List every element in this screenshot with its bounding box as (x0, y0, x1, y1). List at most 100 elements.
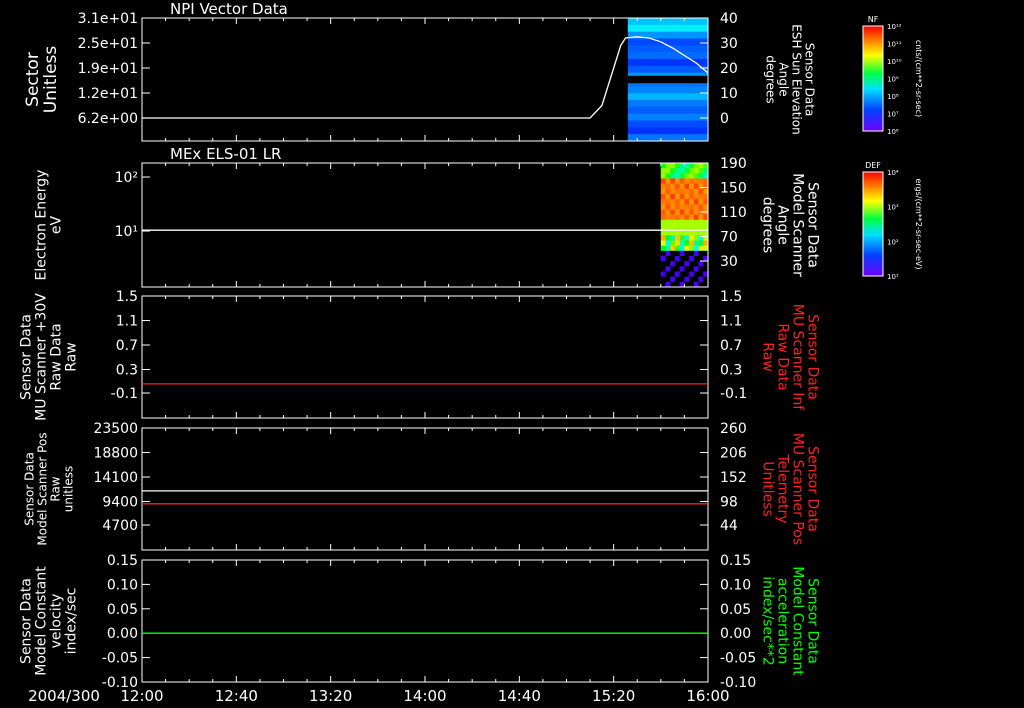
spectrogram-cell (670, 256, 676, 262)
spectrogram-cell (679, 256, 685, 262)
spectrogram-cell (679, 230, 685, 236)
date-label: 2004/300 (28, 687, 100, 705)
spectrogram-cell (693, 256, 700, 262)
spectrogram-cell (665, 271, 671, 278)
spectrogram-cell (684, 163, 690, 169)
spectrogram-cell (689, 240, 695, 247)
spectrogram-cell (689, 261, 695, 267)
spectrogram-cell (670, 214, 676, 221)
left-tick-label: 0.00 (107, 626, 138, 642)
spectrogram-cell (674, 209, 681, 216)
spectrogram-cell (679, 188, 685, 195)
spectrogram-cell (684, 209, 690, 216)
right-axis-label-line: degrees (760, 197, 776, 253)
left-tick-label: 1.9e+01 (78, 61, 138, 77)
spectrogram-cell (679, 271, 685, 278)
right-axis-label-line: Raw (760, 342, 776, 371)
spectrogram-cell (670, 240, 676, 247)
spectrogram-cell (693, 188, 700, 195)
stacked-time-series-chart: 3.1e+01 2.5e+01 1.9e+01 1.2e+01 6.2e+00 40 30 2… (0, 0, 1024, 708)
spectrogram-cell (684, 178, 690, 185)
spectrogram-cell (660, 173, 667, 179)
left-axis-label-line: unitless (62, 466, 76, 512)
spectrogram-cell (684, 261, 690, 267)
spectrogram-cell (679, 276, 685, 283)
spectrogram-cell (665, 266, 671, 272)
spectrogram-cell (689, 245, 695, 252)
spectrogram-cell (684, 183, 690, 190)
spectrogram-cell (679, 204, 685, 210)
spectrogram-cell (693, 204, 700, 210)
spectrogram-cell (670, 204, 676, 210)
spectrogram-cell (684, 199, 690, 205)
spectrogram-cell (674, 168, 681, 174)
left-tick-label: -0.05 (102, 651, 138, 667)
spectrogram-cell (679, 240, 685, 247)
spectrogram-cell (693, 250, 700, 257)
colorbar-scale (862, 25, 884, 132)
spectrogram-cell (627, 24, 708, 33)
spectrogram-cell (689, 204, 695, 210)
colorbar-tick-label: 10⁷ (887, 111, 899, 119)
right-tick-label: 0.15 (720, 553, 751, 569)
right-axis-label-line: Angle (777, 62, 791, 96)
colorbar-units-text: cnts/(cm**2-sr-sec) (914, 40, 923, 117)
left-tick-label: 0.15 (107, 553, 138, 569)
right-axis-label-line: Sensor Data (803, 43, 817, 117)
right-tick-label: 0.10 (720, 577, 751, 593)
spectrogram-cell (689, 209, 695, 216)
left-axis-label-line: Model Scanner Pos (36, 432, 50, 545)
left-axis-label-line: Sensor Data (19, 578, 35, 664)
spectrogram-cell (693, 183, 700, 190)
spectrogram-cell (684, 204, 690, 210)
spectrogram-cell (660, 188, 667, 195)
spectrogram-cell (698, 163, 704, 169)
left-axis-label-line: Sensor Data (23, 452, 37, 526)
spectrogram-cell (684, 271, 690, 278)
spectrogram-cell (674, 261, 681, 267)
left-tick-label: 3.1e+01 (78, 11, 138, 27)
spectrogram-cell (689, 276, 695, 283)
spectrogram-cell (689, 199, 695, 205)
spectrogram-cell (679, 209, 685, 216)
left-tick-label: 6.2e+00 (78, 111, 138, 127)
colorbar-units-text: ergs/(cm**2-sr-sec-eV) (914, 178, 923, 269)
spectrogram-cell (674, 214, 681, 221)
spectrogram-cell (689, 173, 695, 179)
spectrogram-cell (679, 173, 685, 179)
spectrogram-cell (674, 245, 681, 252)
spectrogram-cell (627, 127, 708, 135)
spectrogram-cell (665, 214, 671, 221)
spectrogram-cell (684, 235, 690, 241)
spectrogram-cell (689, 163, 695, 169)
spectrogram-cell (693, 271, 700, 278)
spectrogram-cell (698, 168, 704, 174)
colorbar-tick-label: 10¹¹ (887, 41, 902, 49)
left-axis-label-line: Unitless (41, 46, 61, 114)
spectrogram-cell (627, 18, 708, 26)
spectrogram-cell (689, 230, 695, 236)
spectrogram-cell (660, 168, 667, 174)
spectrogram-cell (660, 266, 667, 272)
spectrogram-cell (693, 261, 700, 267)
spectrogram-cell (665, 194, 671, 200)
spectrogram-cell (689, 178, 695, 185)
spectrogram-cell (660, 204, 667, 210)
spectrogram-cell (665, 178, 671, 185)
spectrogram-cell (693, 266, 700, 272)
spectrogram-cell (665, 173, 671, 179)
spectrogram-cell (627, 93, 708, 101)
spectrogram-cell (627, 113, 708, 121)
spectrogram-cell (679, 219, 685, 226)
spectrogram-cell (670, 188, 676, 195)
spectrogram-cell (693, 276, 700, 283)
spectrogram-cell (670, 163, 676, 169)
spectrogram-cell (689, 168, 695, 174)
spectrogram-cell (698, 219, 704, 226)
spectrogram-cell (670, 271, 676, 278)
time-tick-label: 12:40 (215, 687, 258, 705)
left-tick-label: 9400 (102, 495, 138, 511)
spectrogram-cell (674, 219, 681, 226)
left-axis-label-line: MU Scanner +30V (34, 293, 50, 421)
colorbar-tick-label: 10⁸ (887, 93, 899, 101)
